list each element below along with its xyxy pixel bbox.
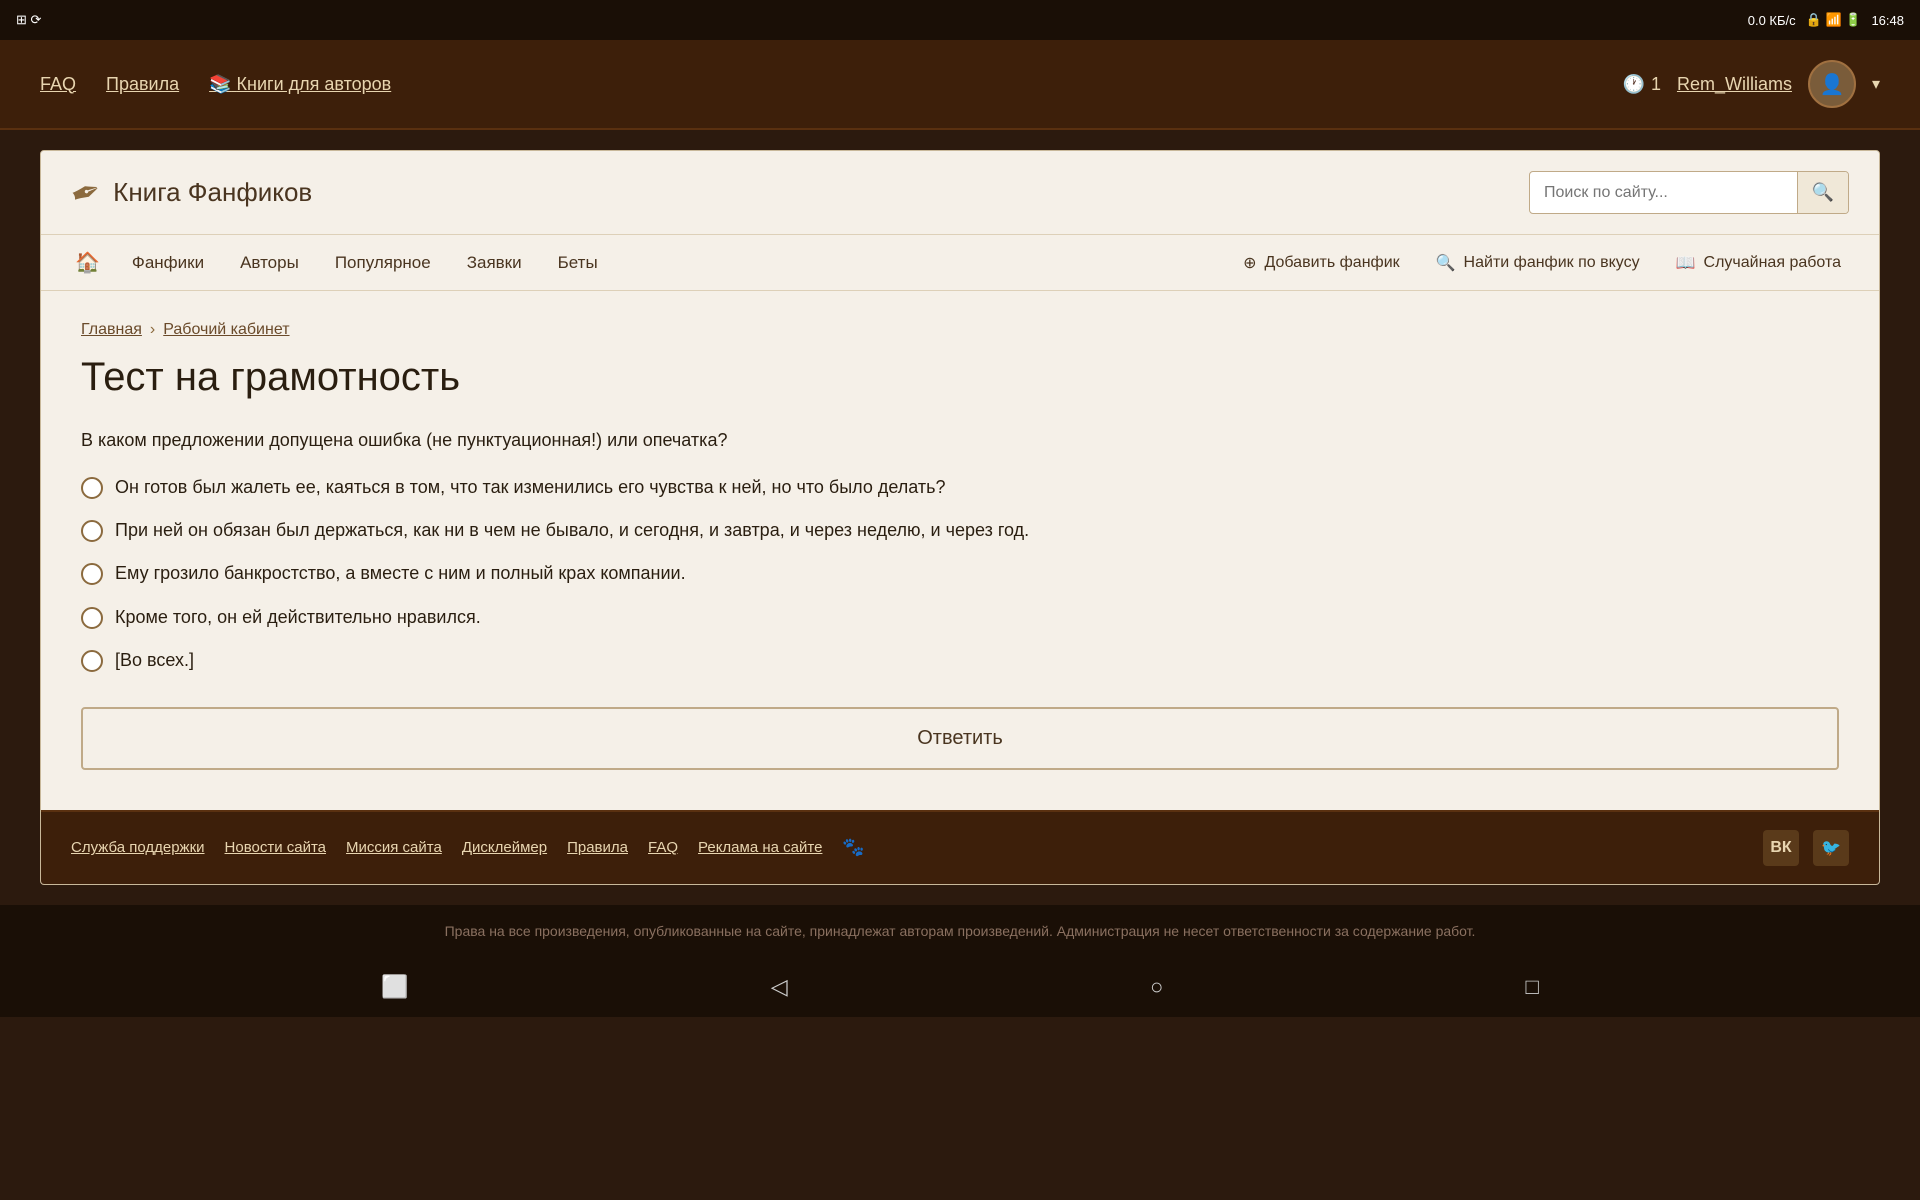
nav-authors[interactable]: Авторы — [222, 235, 317, 291]
footer-disclaimer[interactable]: Дисклеймер — [462, 839, 547, 856]
android-navigation: ⬜ ◁ ○ □ — [0, 957, 1920, 1017]
paw-icon: 🐾 — [842, 837, 864, 858]
copyright-text: Права на все произведения, опубликованны… — [445, 923, 1476, 939]
nav-home[interactable]: 🏠 — [61, 235, 114, 291]
avatar[interactable]: 👤 — [1808, 60, 1856, 108]
twitter-button[interactable]: 🐦 — [1813, 830, 1849, 866]
footer-support[interactable]: Служба поддержки — [71, 839, 205, 856]
back-button[interactable]: ◁ — [771, 974, 788, 1000]
copyright-bar: Права на все произведения, опубликованны… — [0, 905, 1920, 957]
find-fanfic-action[interactable]: 🔍 Найти фанфик по вкусу — [1418, 235, 1658, 291]
username-link[interactable]: Rem_Williams — [1677, 74, 1792, 95]
search-nav-icon: 🔍 — [1436, 253, 1456, 273]
status-bar: ⊞ ⟳ 0.0 КБ/с 🔒 📶 🔋 16:48 — [0, 0, 1920, 40]
status-icons: ⊞ ⟳ — [16, 12, 41, 28]
footer-news[interactable]: Новости сайта — [225, 839, 327, 856]
option-text-1: Он готов был жалеть ее, каяться в том, ч… — [115, 475, 946, 500]
option-5: [Во всех.] — [81, 648, 1839, 673]
multiwindow-button[interactable]: ⬜ — [381, 974, 408, 1000]
search-input[interactable] — [1530, 174, 1797, 212]
footer-social: ВК 🐦 — [1763, 830, 1849, 866]
logo-text: Книга Фанфиков — [113, 177, 312, 208]
nav-betas[interactable]: Беты — [540, 235, 616, 291]
option-1: Он готов был жалеть ее, каяться в том, ч… — [81, 475, 1839, 500]
main-navigation: 🏠 Фанфики Авторы Популярное Заявки Беты … — [41, 235, 1879, 291]
nav-popular[interactable]: Популярное — [317, 235, 449, 291]
clock: 16:48 — [1871, 13, 1904, 28]
home-button[interactable]: ○ — [1150, 974, 1163, 1000]
main-wrapper: ✒ Книга Фанфиков 🔍 🏠 Фанфики Авторы Попу… — [0, 130, 1920, 905]
notif-count: 1 — [1651, 74, 1661, 95]
page-content: Главная › Рабочий кабинет Тест на грамот… — [41, 291, 1879, 810]
footer-rules[interactable]: Правила — [567, 839, 628, 856]
notification-badge[interactable]: 🕐 1 — [1623, 74, 1661, 95]
option-2: При ней он обязан был держаться, как ни … — [81, 518, 1839, 543]
question-text: В каком предложении допущена ошибка (не … — [81, 430, 1839, 451]
main-nav-actions: ⊕ Добавить фанфик 🔍 Найти фанфик по вкус… — [1225, 235, 1859, 291]
submit-button[interactable]: Ответить — [81, 707, 1839, 770]
option-4: Кроме того, он ей действительно нравился… — [81, 605, 1839, 630]
avatar-image: 👤 — [1820, 72, 1845, 97]
status-bar-left: ⊞ ⟳ — [16, 12, 41, 28]
footer-faq[interactable]: FAQ — [648, 839, 678, 856]
radio-3[interactable] — [81, 563, 103, 585]
content-box: ✒ Книга Фанфиков 🔍 🏠 Фанфики Авторы Попу… — [40, 150, 1880, 885]
radio-4[interactable] — [81, 607, 103, 629]
site-header: ✒ Книга Фанфиков 🔍 — [41, 151, 1879, 235]
option-text-5: [Во всех.] — [115, 648, 194, 673]
top-nav-left: FAQ Правила 📚 Книги для авторов — [40, 74, 391, 95]
plus-icon: ⊕ — [1243, 253, 1256, 273]
page-title: Тест на грамотность — [81, 355, 1839, 400]
recents-button[interactable]: □ — [1526, 974, 1539, 1000]
search-box: 🔍 — [1529, 171, 1849, 214]
footer-links: Служба поддержки Новости сайта Миссия са… — [71, 837, 865, 858]
footer-mission[interactable]: Миссия сайта — [346, 839, 442, 856]
nav-requests[interactable]: Заявки — [449, 235, 540, 291]
breadcrumb-current[interactable]: Рабочий кабинет — [163, 321, 289, 339]
random-work-action[interactable]: 📖 Случайная работа — [1658, 235, 1859, 291]
rules-link[interactable]: Правила — [106, 74, 179, 95]
vk-button[interactable]: ВК — [1763, 830, 1799, 866]
top-nav-right: 🕐 1 Rem_Williams 👤 ▾ — [1623, 60, 1880, 108]
breadcrumb-home[interactable]: Главная — [81, 321, 142, 339]
random-icon: 📖 — [1676, 253, 1696, 273]
option-text-3: Ему грозило банкростство, а вместе с ним… — [115, 561, 686, 586]
status-icons-right: 🔒 📶 🔋 — [1806, 12, 1862, 28]
radio-2[interactable] — [81, 520, 103, 542]
breadcrumb-separator: › — [150, 321, 155, 339]
logo-icon: ✒ — [65, 168, 108, 218]
option-text-2: При ней он обязан был держаться, как ни … — [115, 518, 1029, 543]
dropdown-arrow[interactable]: ▾ — [1872, 74, 1880, 94]
top-navigation: FAQ Правила 📚 Книги для авторов 🕐 1 Rem_… — [0, 40, 1920, 130]
network-speed: 0.0 КБ/с — [1748, 13, 1796, 28]
breadcrumb: Главная › Рабочий кабинет — [81, 321, 1839, 339]
add-fanfic-action[interactable]: ⊕ Добавить фанфик — [1225, 235, 1418, 291]
option-3: Ему грозило банкростство, а вместе с ним… — [81, 561, 1839, 586]
site-logo[interactable]: ✒ Книга Фанфиков — [71, 172, 312, 214]
option-text-4: Кроме того, он ей действительно нравился… — [115, 605, 481, 630]
notif-icon: 🕐 — [1623, 74, 1645, 95]
site-footer: Служба поддержки Новости сайта Миссия са… — [41, 810, 1879, 884]
status-bar-right: 0.0 КБ/с 🔒 📶 🔋 16:48 — [1748, 12, 1904, 28]
radio-1[interactable] — [81, 477, 103, 499]
radio-5[interactable] — [81, 650, 103, 672]
footer-ads[interactable]: Реклама на сайте — [698, 839, 822, 856]
faq-link[interactable]: FAQ — [40, 74, 76, 95]
books-for-authors-link[interactable]: 📚 Книги для авторов — [209, 74, 391, 95]
book-icon: 📚 — [209, 74, 231, 94]
search-button[interactable]: 🔍 — [1797, 172, 1848, 213]
nav-fanfics[interactable]: Фанфики — [114, 235, 222, 291]
